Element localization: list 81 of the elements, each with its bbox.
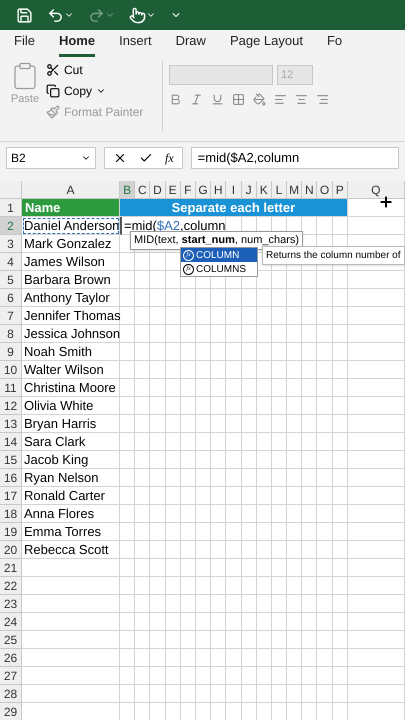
row-number: 5 [0,271,22,289]
row-number: 11 [0,379,22,397]
ribbon-tab[interactable]: File [14,30,35,57]
row-number: 21 [0,559,22,577]
ribbon-tab[interactable]: Page Layout [230,30,303,57]
row-number: 12 [0,397,22,415]
name-box[interactable]: B2 [6,147,96,169]
row-number: 9 [0,343,22,361]
align-center-icon[interactable] [295,93,308,106]
align-right-icon[interactable] [316,93,329,106]
italic-icon[interactable] [190,93,203,106]
row-number: 16 [0,469,22,487]
table-cell: Bryan Harris [22,415,120,433]
redo-icon[interactable] [88,6,105,24]
underline-icon[interactable] [211,93,224,106]
row-number: 3 [0,235,22,253]
row-number: 1 [0,199,22,217]
touch-mode-icon[interactable] [129,6,146,24]
row-number: 13 [0,415,22,433]
cut-button[interactable]: Cut [46,61,156,79]
formula-bar[interactable]: =mid($A2,column [190,147,399,169]
scissors-icon [46,63,60,77]
copy-icon [46,84,60,98]
row-number: 15 [0,451,22,469]
table-cell: Anna Flores [22,505,120,523]
row-number: 6 [0,289,22,307]
table-cell: Barbara Brown [22,271,120,289]
merged-header-cell: Separate each letter [120,199,348,217]
undo-icon[interactable] [47,6,64,24]
table-cell: James Wilson [22,253,120,271]
column-header[interactable]: Q [348,181,405,199]
row-number: 20 [0,541,22,559]
table-cell: Rebecca Scott [22,541,120,559]
row-number: 22 [0,577,22,595]
table-cell: Mark Gonzalez [22,235,120,253]
row-number: 28 [0,685,22,703]
ribbon-tab[interactable]: Insert [119,30,152,57]
row-number: 7 [0,307,22,325]
table-cell: Emma Torres [22,523,120,541]
borders-icon[interactable] [232,93,245,106]
align-left-icon[interactable] [274,93,287,106]
row-number: 27 [0,667,22,685]
row-number: 8 [0,325,22,343]
row-number: 24 [0,613,22,631]
table-cell: Christina Moore [22,379,120,397]
ribbon-tab[interactable]: Fo [326,30,342,57]
table-cell: Anthony Taylor [22,289,120,307]
cursor-icon [378,194,394,210]
table-cell: Ryan Nelson [22,469,120,487]
table-cell: Jacob King [22,451,120,469]
brush-icon [46,105,60,119]
table-cell: Noah Smith [22,343,120,361]
row-number: 14 [0,433,22,451]
column-header[interactable]: B [120,181,136,199]
table-cell: Jessica Johnson [22,325,120,343]
insert-function-button[interactable]: fx [165,149,174,167]
row-number: 19 [0,523,22,541]
row-number: 26 [0,649,22,667]
table-cell: Sara Clark [22,433,120,451]
save-icon[interactable] [16,6,33,24]
row-number: 23 [0,595,22,613]
row-number: 25 [0,631,22,649]
fill-color-icon[interactable] [253,93,266,106]
table-cell: Daniel Anderson [22,217,120,235]
function-description: Returns the column number of [262,246,405,265]
cancel-icon[interactable] [113,151,127,165]
table-cell: Jennifer Thomas [22,307,120,325]
bold-icon[interactable] [169,93,182,106]
table-header-cell: Name [22,199,120,217]
copy-button[interactable]: Copy [46,82,156,100]
table-cell: Ronald Carter [22,487,120,505]
row-number: 18 [0,505,22,523]
row-number: 29 [0,703,22,720]
font-name-field[interactable] [169,65,273,85]
table-cell: Walter Wilson [22,361,120,379]
row-number: 2 [0,217,22,235]
row-number: 10 [0,361,22,379]
table-cell: Olivia White [22,397,120,415]
ribbon-tab[interactable]: Draw [176,30,206,57]
row-number: 17 [0,487,22,505]
row-number: 4 [0,253,22,271]
